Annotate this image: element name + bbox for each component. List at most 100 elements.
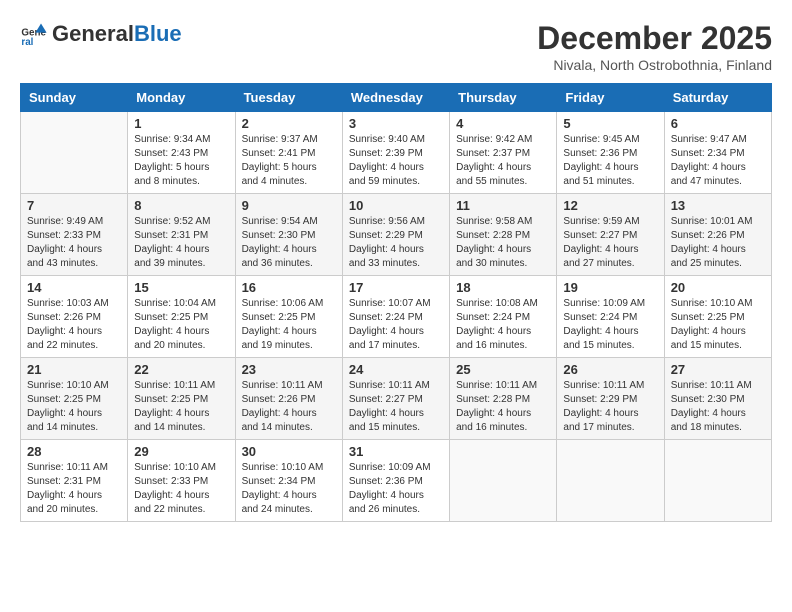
calendar-cell: 29 Sunrise: 10:10 AM Sunset: 2:33 PM Dayl… [128,440,235,522]
calendar-header-sunday: Sunday [21,84,128,112]
day-number: 18 [456,280,550,295]
calendar-cell: 24 Sunrise: 10:11 AM Sunset: 2:27 PM Dayl… [342,358,449,440]
day-info: Sunrise: 10:11 AM Sunset: 2:30 PM Daylig… [671,379,765,435]
calendar-cell: 13 Sunrise: 10:01 AM Sunset: 2:26 PM Dayl… [664,194,771,276]
day-number: 30 [242,444,336,459]
calendar-cell: 11 Sunrise: 9:58 AM Sunset: 2:28 PM Dayli… [450,194,557,276]
calendar-cell: 22Sunrise: 10:11 AM Sunset: 2:25 PM Dayl… [128,358,235,440]
day-info: Sunrise: 10:10 AM Sunset: 2:33 PM Daylig… [134,461,228,517]
calendar-table: SundayMondayTuesdayWednesdayThursdayFrid… [20,83,772,522]
day-number: 26 [563,362,657,377]
day-info: Sunrise: 10:11 AM Sunset: 2:26 PM Daylig… [242,379,336,435]
day-info: Sunrise: 10:08 AM Sunset: 2:24 PM Daylig… [456,297,550,353]
day-info: Sunrise: 9:56 AM Sunset: 2:29 PM Dayligh… [349,215,443,271]
day-number: 6 [671,116,765,131]
day-number: 8 [134,198,228,213]
day-info: Sunrise: 9:58 AM Sunset: 2:28 PM Dayligh… [456,215,550,271]
calendar-header-friday: Friday [557,84,664,112]
day-number: 1 [134,116,228,131]
day-number: 19 [563,280,657,295]
calendar-cell: 28 Sunrise: 10:11 AM Sunset: 2:31 PM Dayl… [21,440,128,522]
day-info: Sunrise: 10:06 AM Sunset: 2:25 PM Daylig… [242,297,336,353]
page-subtitle: Nivala, North Ostrobothnia, Finland [537,57,772,73]
day-number: 25 [456,362,550,377]
day-number: 29 [134,444,228,459]
calendar-cell: 27 Sunrise: 10:11 AM Sunset: 2:30 PM Dayl… [664,358,771,440]
calendar-cell: 18 Sunrise: 10:08 AM Sunset: 2:24 PM Dayl… [450,276,557,358]
day-number: 11 [456,198,550,213]
calendar-header-wednesday: Wednesday [342,84,449,112]
calendar-cell: 12Sunrise: 9:59 AM Sunset: 2:27 PM Dayli… [557,194,664,276]
calendar-week-row: 28 Sunrise: 10:11 AM Sunset: 2:31 PM Dayl… [21,440,772,522]
day-info: Sunrise: 10:09 AM Sunset: 2:36 PM Daylig… [349,461,443,517]
day-number: 28 [27,444,121,459]
day-info: Sunrise: 10:04 AM Sunset: 2:25 PM Daylig… [134,297,228,353]
calendar-cell: 10Sunrise: 9:56 AM Sunset: 2:29 PM Dayli… [342,194,449,276]
day-info: Sunrise: 10:10 AM Sunset: 2:25 PM Daylig… [27,379,121,435]
day-info: Sunrise: 10:11 AM Sunset: 2:29 PM Daylig… [563,379,657,435]
day-info: Sunrise: 9:47 AM Sunset: 2:34 PM Dayligh… [671,133,765,189]
calendar-cell: 31Sunrise: 10:09 AM Sunset: 2:36 PM Dayl… [342,440,449,522]
day-info: Sunrise: 10:11 AM Sunset: 2:25 PM Daylig… [134,379,228,435]
calendar-cell: 19 Sunrise: 10:09 AM Sunset: 2:24 PM Dayl… [557,276,664,358]
calendar-header-tuesday: Tuesday [235,84,342,112]
svg-text:ral: ral [21,37,33,48]
day-info: Sunrise: 9:49 AM Sunset: 2:33 PM Dayligh… [27,215,121,271]
calendar-cell: 26 Sunrise: 10:11 AM Sunset: 2:29 PM Dayl… [557,358,664,440]
day-info: Sunrise: 10:11 AM Sunset: 2:27 PM Daylig… [349,379,443,435]
calendar-header-monday: Monday [128,84,235,112]
day-info: Sunrise: 9:40 AM Sunset: 2:39 PM Dayligh… [349,133,443,189]
calendar-cell: 15 Sunrise: 10:04 AM Sunset: 2:25 PM Dayl… [128,276,235,358]
day-info: Sunrise: 10:10 AM Sunset: 2:34 PM Daylig… [242,461,336,517]
calendar-cell: 25 Sunrise: 10:11 AM Sunset: 2:28 PM Dayl… [450,358,557,440]
calendar-cell: 4Sunrise: 9:42 AM Sunset: 2:37 PM Daylig… [450,112,557,194]
logo-icon: Gene ral [20,20,48,48]
calendar-cell: 17Sunrise: 10:07 AM Sunset: 2:24 PM Dayl… [342,276,449,358]
day-info: Sunrise: 9:52 AM Sunset: 2:31 PM Dayligh… [134,215,228,271]
day-number: 16 [242,280,336,295]
calendar-cell: 7 Sunrise: 9:49 AM Sunset: 2:33 PM Daylig… [21,194,128,276]
title-section: December 2025 Nivala, North Ostrobothnia… [537,20,772,73]
calendar-cell: 9 Sunrise: 9:54 AM Sunset: 2:30 PM Daylig… [235,194,342,276]
day-number: 3 [349,116,443,131]
day-info: Sunrise: 10:11 AM Sunset: 2:28 PM Daylig… [456,379,550,435]
calendar-cell [450,440,557,522]
calendar-cell: 20 Sunrise: 10:10 AM Sunset: 2:25 PM Dayl… [664,276,771,358]
calendar-cell [664,440,771,522]
calendar-cell [21,112,128,194]
day-info: Sunrise: 10:07 AM Sunset: 2:24 PM Daylig… [349,297,443,353]
calendar-cell: 21Sunrise: 10:10 AM Sunset: 2:25 PM Dayl… [21,358,128,440]
day-number: 9 [242,198,336,213]
calendar-header-row: SundayMondayTuesdayWednesdayThursdayFrid… [21,84,772,112]
calendar-cell: 6 Sunrise: 9:47 AM Sunset: 2:34 PM Daylig… [664,112,771,194]
calendar-cell: 23 Sunrise: 10:11 AM Sunset: 2:26 PM Dayl… [235,358,342,440]
calendar-cell: 1 Sunrise: 9:34 AM Sunset: 2:43 PM Daylig… [128,112,235,194]
day-number: 14 [27,280,121,295]
calendar-cell: 30 Sunrise: 10:10 AM Sunset: 2:34 PM Dayl… [235,440,342,522]
calendar-cell: 5Sunrise: 9:45 AM Sunset: 2:36 PM Daylig… [557,112,664,194]
day-info: Sunrise: 10:10 AM Sunset: 2:25 PM Daylig… [671,297,765,353]
day-number: 7 [27,198,121,213]
day-number: 13 [671,198,765,213]
calendar-cell: 8 Sunrise: 9:52 AM Sunset: 2:31 PM Daylig… [128,194,235,276]
logo: Gene ral GeneralBlue [20,20,182,48]
day-number: 27 [671,362,765,377]
calendar-cell: 2Sunrise: 9:37 AM Sunset: 2:41 PM Daylig… [235,112,342,194]
calendar-week-row: 7 Sunrise: 9:49 AM Sunset: 2:33 PM Daylig… [21,194,772,276]
day-info: Sunrise: 9:54 AM Sunset: 2:30 PM Dayligh… [242,215,336,271]
page-header: Gene ral GeneralBlue December 2025 Nival… [20,20,772,73]
day-info: Sunrise: 10:01 AM Sunset: 2:26 PM Daylig… [671,215,765,271]
calendar-header-saturday: Saturday [664,84,771,112]
day-number: 20 [671,280,765,295]
day-number: 24 [349,362,443,377]
calendar-week-row: 14Sunrise: 10:03 AM Sunset: 2:26 PM Dayl… [21,276,772,358]
day-info: Sunrise: 10:09 AM Sunset: 2:24 PM Daylig… [563,297,657,353]
calendar-cell: 3 Sunrise: 9:40 AM Sunset: 2:39 PM Daylig… [342,112,449,194]
page-title: December 2025 [537,20,772,57]
day-number: 23 [242,362,336,377]
day-info: Sunrise: 9:34 AM Sunset: 2:43 PM Dayligh… [134,133,228,189]
day-info: Sunrise: 9:45 AM Sunset: 2:36 PM Dayligh… [563,133,657,189]
day-number: 15 [134,280,228,295]
day-info: Sunrise: 10:11 AM Sunset: 2:31 PM Daylig… [27,461,121,517]
calendar-week-row: 21Sunrise: 10:10 AM Sunset: 2:25 PM Dayl… [21,358,772,440]
